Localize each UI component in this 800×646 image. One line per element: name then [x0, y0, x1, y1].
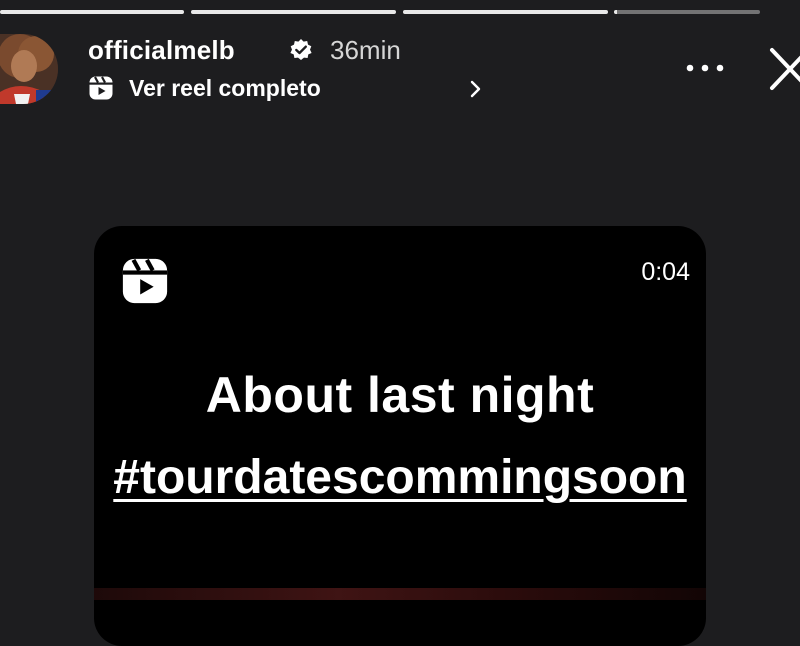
reel-caption-title: About last night — [205, 367, 595, 423]
story-progress-segment — [614, 10, 760, 14]
story-progress-fill — [0, 10, 184, 14]
story-progress-fill — [191, 10, 396, 14]
close-icon — [770, 48, 800, 90]
reel-duration: 0:04 — [641, 258, 690, 286]
more-dots-icon — [686, 64, 724, 72]
story-progress-segment — [191, 10, 396, 14]
reels-icon — [88, 75, 114, 101]
reel-hashtag-container: #tourdatescommingsoon — [0, 448, 800, 508]
reel-video-preview-edge — [94, 588, 706, 600]
close-button[interactable] — [764, 44, 800, 96]
story-progress-fill — [614, 10, 617, 14]
reels-icon — [120, 256, 170, 306]
avatar-image — [0, 34, 58, 104]
reel-preview-card[interactable] — [94, 226, 706, 646]
reel-hashtag-link[interactable]: #tourdatescommingsoon — [113, 451, 686, 504]
story-progress-bar — [0, 10, 800, 14]
chevron-right-icon — [470, 80, 482, 98]
story-progress-fill — [403, 10, 608, 14]
view-full-reel-link[interactable]: Ver reel completo — [86, 72, 481, 104]
username[interactable]: officialmelb — [88, 34, 235, 66]
story-progress-segment — [0, 10, 184, 14]
more-options-button[interactable] — [683, 56, 727, 80]
verified-badge-icon — [289, 38, 313, 62]
avatar[interactable] — [0, 34, 58, 104]
story-progress-segment — [403, 10, 608, 14]
post-timestamp: 36min — [330, 35, 401, 65]
view-full-reel-label: Ver reel completo — [129, 75, 321, 101]
